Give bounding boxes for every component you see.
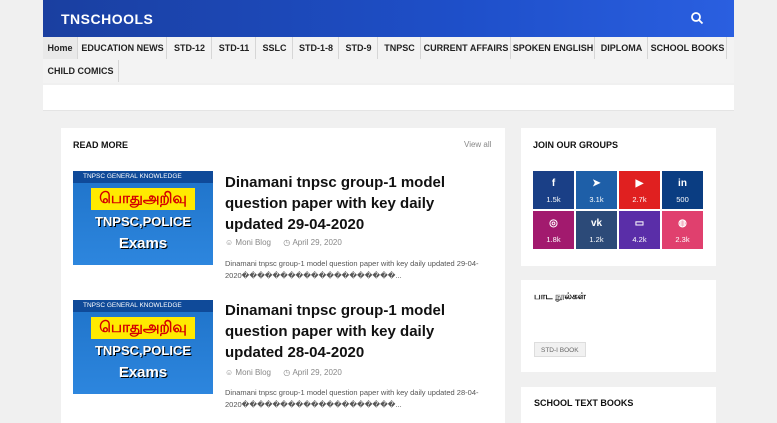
nav-item-tnpsc[interactable]: TNPSC xyxy=(379,37,421,59)
thumb-line1: TNPSC,POLICE xyxy=(94,214,192,229)
telegram-icon: ➤ xyxy=(592,178,601,189)
widget-title: JOIN OUR GROUPS xyxy=(533,140,619,150)
thumb-line2: Exams xyxy=(118,364,168,381)
nav-item-diploma[interactable]: DIPLOMA xyxy=(596,37,648,59)
post-author[interactable]: Moni Blog xyxy=(235,368,271,377)
social-count: 1.8k xyxy=(546,235,561,244)
clock-icon: ◷ xyxy=(283,368,291,377)
nav-item-std-11[interactable]: STD-11 xyxy=(213,37,256,59)
site-header: TNSCHOOLS xyxy=(43,0,734,37)
post-meta: ☺ Moni Blog ◷ April 29, 2020 xyxy=(225,368,342,377)
nav-item-school-books[interactable]: SCHOOL BOOKS xyxy=(649,37,727,59)
thumb-tamil-text: பொதுஅறிவு xyxy=(91,317,195,339)
social-count: 500 xyxy=(676,195,689,204)
post-title[interactable]: Dinamani tnpsc group-1 model question pa… xyxy=(225,300,495,363)
social-count: 3.1k xyxy=(589,195,604,204)
post-date: April 29, 2020 xyxy=(292,368,342,377)
post-meta: ☺ Moni Blog ◷ April 29, 2020 xyxy=(225,238,342,247)
read-more-section: READ MORE View all TNPSC GENERAL KNOWLED… xyxy=(61,128,505,423)
nav-item-std-12[interactable]: STD-12 xyxy=(168,37,212,59)
social-tile[interactable]: ➤ 3.1k xyxy=(576,171,617,209)
social-count: 1.5k xyxy=(546,195,561,204)
post-snippet: Dinamani tnpsc group-1 model question pa… xyxy=(225,259,479,280)
author-icon: ☺ xyxy=(225,368,234,377)
facebook-icon: f xyxy=(551,178,556,189)
school-books-widget: SCHOOL TEXT BOOKS xyxy=(521,387,716,423)
social-tile[interactable]: ◎ 1.8k xyxy=(533,211,574,249)
social-count: 2.3k xyxy=(675,235,690,244)
nav-item-spoken-english[interactable]: SPOKEN ENGLISH xyxy=(512,37,595,59)
twitch-icon: ▭ xyxy=(634,218,645,229)
social-tile[interactable]: ▶ 2.7k xyxy=(619,171,660,209)
author-icon: ☺ xyxy=(225,238,234,247)
search-icon[interactable] xyxy=(690,11,704,25)
vk-icon: vk xyxy=(590,218,603,229)
site-logo[interactable]: TNSCHOOLS xyxy=(61,11,153,27)
thumb-tamil-text: பொதுஅறிவு xyxy=(91,188,195,210)
social-tile[interactable]: f 1.5k xyxy=(533,171,574,209)
dribbble-icon: ◍ xyxy=(678,218,687,229)
social-count: 4.2k xyxy=(632,235,647,244)
linkedin-icon: in xyxy=(678,178,687,189)
join-groups-widget: JOIN OUR GROUPS f 1.5k ➤ 3.1k ▶ 2.7k in 500 ◎ 1.8… xyxy=(521,128,716,266)
nav-item-std-1-8[interactable]: STD-1-8 xyxy=(294,37,339,59)
post-author[interactable]: Moni Blog xyxy=(235,238,271,247)
section-title: READ MORE xyxy=(73,140,129,150)
nav-item-std-9[interactable]: STD-9 xyxy=(340,37,378,59)
nav-item-sslc[interactable]: SSLC xyxy=(257,37,293,59)
nav-item-home[interactable]: Home xyxy=(43,37,78,59)
main-nav: Home EDUCATION NEWS STD-12 STD-11 SSLC S… xyxy=(43,37,734,83)
thumb-line2: Exams xyxy=(118,235,168,252)
instagram-icon: ◎ xyxy=(549,218,558,229)
nav-item-current-affairs[interactable]: CURRENT AFFAIRS xyxy=(422,37,511,59)
lessons-widget: பாட நூல்கள் STD-I BOOK xyxy=(521,280,716,372)
social-tile[interactable]: vk 1.2k xyxy=(576,211,617,249)
post-thumbnail[interactable]: TNPSC GENERAL KNOWLEDGE பொதுஅறிவு TNPSC,… xyxy=(73,300,213,394)
post-snippet: Dinamani tnpsc group-1 model question pa… xyxy=(225,388,479,409)
view-all-link[interactable]: View all xyxy=(464,140,491,149)
post-date: April 29, 2020 xyxy=(292,238,342,247)
widget-title: SCHOOL TEXT BOOKS xyxy=(534,398,634,408)
thumb-banner: TNPSC GENERAL KNOWLEDGE xyxy=(73,300,213,312)
post-title[interactable]: Dinamani tnpsc group-1 model question pa… xyxy=(225,172,495,235)
thumb-line1: TNPSC,POLICE xyxy=(94,343,192,358)
widget-title: பாட நூல்கள் xyxy=(534,291,586,301)
nav-item-child-comics[interactable]: CHILD COMICS xyxy=(43,60,119,82)
nav-item-education-news[interactable]: EDUCATION NEWS xyxy=(79,37,167,59)
social-tile[interactable]: ▭ 4.2k xyxy=(619,211,660,249)
social-count: 2.7k xyxy=(632,195,647,204)
clock-icon: ◷ xyxy=(283,238,291,247)
social-tile[interactable]: ◍ 2.3k xyxy=(662,211,703,249)
youtube-icon: ▶ xyxy=(635,178,644,189)
social-tile[interactable]: in 500 xyxy=(662,171,703,209)
post-thumbnail[interactable]: TNPSC GENERAL KNOWLEDGE பொதுஅறிவு TNPSC,… xyxy=(73,171,213,265)
social-count: 1.2k xyxy=(589,235,604,244)
ad-strip xyxy=(43,85,734,111)
thumb-banner: TNPSC GENERAL KNOWLEDGE xyxy=(73,171,213,183)
label-tag[interactable]: STD-I BOOK xyxy=(534,342,586,357)
